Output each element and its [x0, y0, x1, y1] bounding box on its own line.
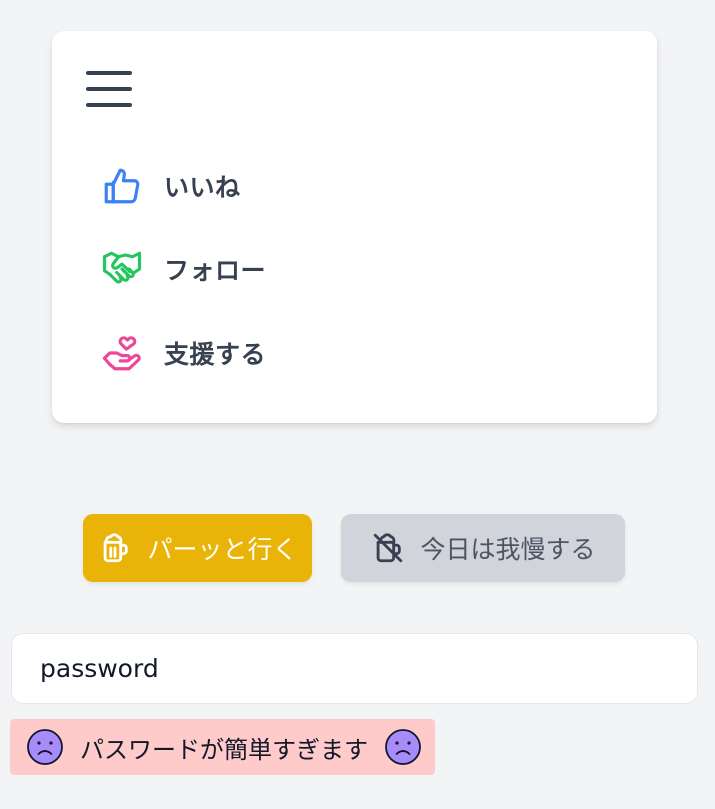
sad-face-icon	[26, 728, 64, 766]
menu-item-like[interactable]: いいね	[100, 162, 241, 210]
stay-home-button[interactable]: 今日は我慢する	[341, 514, 625, 582]
heart-hand-icon	[100, 331, 144, 375]
password-strength-alert: パスワードが簡単すぎます	[10, 719, 435, 775]
sad-face-icon	[384, 728, 422, 766]
menu-item-label: フォロー	[164, 256, 267, 285]
go-out-button[interactable]: パーッと行く	[83, 514, 312, 582]
menu-item-label: いいね	[164, 173, 241, 202]
menu-item-support[interactable]: 支援する	[100, 329, 266, 377]
menu-item-follow[interactable]: フォロー	[100, 245, 266, 293]
beer-mug-icon	[97, 530, 133, 566]
stay-home-label: 今日は我慢する	[420, 535, 596, 564]
hamburger-menu-icon[interactable]	[86, 69, 132, 109]
thumbs-up-icon	[100, 164, 144, 208]
menu-card: いいね フォロー 支援する	[52, 31, 657, 423]
password-input[interactable]	[11, 633, 698, 704]
handshake-icon	[100, 247, 144, 291]
go-out-label: パーッと行く	[147, 535, 298, 564]
menu-item-label: 支援する	[164, 340, 267, 369]
password-alert-message: パスワードが簡単すぎます	[80, 735, 368, 764]
beer-off-icon	[370, 530, 406, 566]
